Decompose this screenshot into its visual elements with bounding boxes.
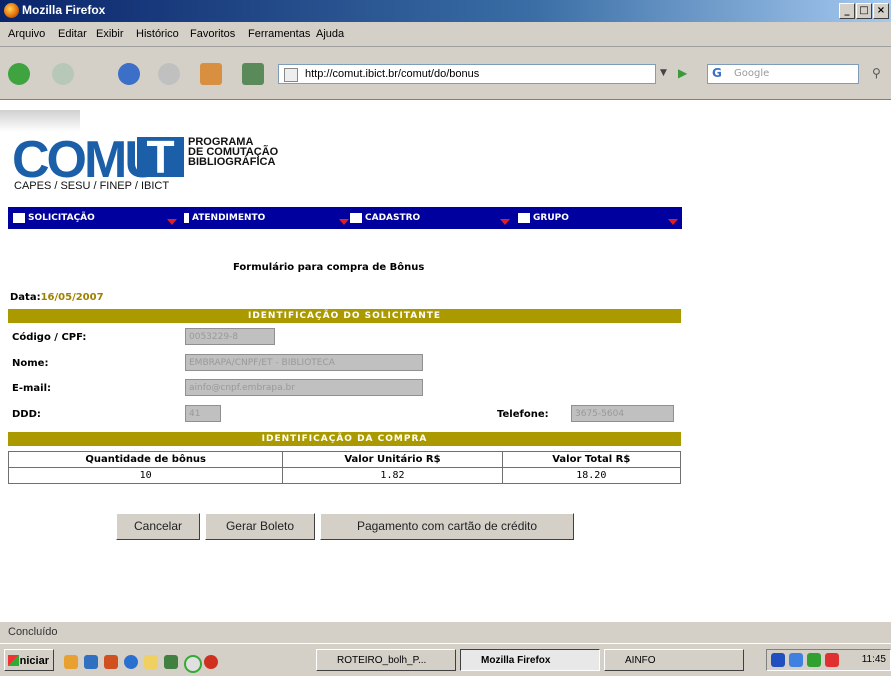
site-nav-bar: SOLICITAÇÃO ATENDIMENTO CADASTRO GRUPO [8,207,682,229]
dropdown-icon[interactable]: ▼ [660,68,667,78]
generate-boleto-button[interactable]: Gerar Boleto [205,513,315,540]
cell-quantidade: 10 [7,467,284,484]
url-text: http://comut.ibict.br/comut/do/bonus [305,68,480,80]
quicklaunch-icon[interactable] [104,655,118,669]
section-requester-header: IDENTIFICAÇÃO DO SOLICITANTE [8,309,681,323]
tray-icon[interactable] [807,653,821,667]
window-title: Mozilla Firefox [22,3,106,17]
google-icon: G [712,66,722,80]
page-icon [284,68,298,82]
menu-ajuda[interactable]: Ajuda [316,28,344,40]
home-icon[interactable] [200,63,222,85]
cell-valor-unitario: 1.82 [282,467,503,484]
nav-atendimento[interactable]: ATENDIMENTO [184,207,349,229]
search-icon[interactable]: ⚲ [872,66,881,80]
menu-arquivo[interactable]: Arquivo [8,28,45,40]
col-quantidade: Quantidade de bônus [7,451,284,468]
purchase-table: Quantidade de bônus Valor Unitário R$ Va… [7,451,682,484]
menu-favoritos[interactable]: Favoritos [190,28,235,40]
date-value: 16/05/2007 [40,292,104,303]
menu-historico[interactable]: Histórico [136,28,179,40]
monitor-icon [13,212,25,223]
email-label: E-mail: [12,383,52,394]
quicklaunch-icon[interactable] [64,655,78,669]
codigo-label: Código / CPF: [12,332,87,343]
quicklaunch-icon[interactable] [124,655,138,669]
go-icon[interactable]: ▶ [678,66,687,80]
codigo-field[interactable]: 0053229-8 [185,328,275,345]
menu-ferramentas[interactable]: Ferramentas [248,28,310,40]
window-title-bar[interactable]: Mozilla Firefox _ □ × [0,0,891,22]
chevron-down-icon [339,219,349,225]
reload-icon[interactable] [118,63,140,85]
cell-valor-total: 18.20 [501,467,682,484]
chevron-down-icon [668,219,678,225]
new-tab-icon[interactable] [242,63,264,85]
minimize-button[interactable]: _ [839,3,855,19]
tray-icon[interactable] [771,653,785,667]
forward-icon[interactable] [52,63,74,85]
quicklaunch-icon[interactable] [164,655,178,669]
back-icon[interactable] [8,63,30,85]
telefone-field[interactable]: 3675-5604 [571,405,674,422]
form-title: Formulário para compra de Bônus [233,262,425,273]
credit-card-payment-button[interactable]: Pagamento com cartão de crédito [320,513,574,540]
cancel-button[interactable]: Cancelar [116,513,200,540]
nome-field[interactable]: EMBRAPA/CNPF/ET - BIBLIOTECA [185,354,423,371]
maximize-button[interactable]: □ [856,3,872,19]
date-row: Data:16/05/2007 [10,292,104,303]
start-button[interactable]: Iniciar [4,649,54,671]
tray-icon[interactable] [825,653,839,667]
quicklaunch-icon[interactable] [84,655,98,669]
logo-stripes [0,110,80,132]
nav-grupo[interactable]: GRUPO [518,207,678,229]
chevron-down-icon [500,219,510,225]
table-header-row: Quantidade de bônus Valor Unitário R$ Va… [7,451,682,468]
task-firefox[interactable]: Mozilla Firefox [460,649,600,671]
task-ainfo[interactable]: AINFO [604,649,744,671]
menu-bar: Arquivo Editar Exibir Histórico Favorito… [0,22,891,47]
logo-caption: PROGRAMA DE COMUTAÇÃO BIBLIOGRÁFICA [188,136,279,168]
quicklaunch-icon[interactable] [144,655,158,669]
stop-icon[interactable] [158,63,180,85]
nav-cadastro[interactable]: CADASTRO [350,207,510,229]
quicklaunch-icon[interactable] [184,655,202,673]
ddd-field[interactable]: 41 [185,405,221,422]
nav-solicitacao[interactable]: SOLICITAÇÃO [13,207,177,229]
table-row: 10 1.82 18.20 [7,467,682,484]
chevron-down-icon [167,219,177,225]
status-text: Concluído [8,626,58,638]
group-icon [518,212,530,223]
close-button[interactable]: × [873,3,889,19]
menu-exibir[interactable]: Exibir [96,28,124,40]
navigation-toolbar: http://comut.ibict.br/comut/do/bonus ▼ ▶… [0,47,891,100]
windows-logo-icon [8,655,19,666]
logo-t-block: T [137,134,184,180]
logo-sponsors: CAPES / SESU / FINEP / IBICT [14,180,170,192]
email-field[interactable]: ainfo@cnpf.embrapa.br [185,379,423,396]
address-bar[interactable]: http://comut.ibict.br/comut/do/bonus [278,64,656,84]
nome-label: Nome: [12,358,49,369]
status-bar: Concluído [0,621,891,644]
pin-icon [184,212,189,223]
search-input[interactable]: G Google [707,64,859,84]
tray-icon[interactable] [789,653,803,667]
ddd-label: DDD: [12,409,41,420]
firefox-icon [4,3,19,18]
clock: 11:45 [861,654,886,665]
col-valor-total: Valor Total R$ [501,451,682,468]
telefone-label: Telefone: [497,409,549,420]
menu-editar[interactable]: Editar [58,28,87,40]
task-roteiro[interactable]: ROTEIRO_bolh_P... [316,649,456,671]
col-valor-unitario: Valor Unitário R$ [282,451,503,468]
taskbar: Iniciar ROTEIRO_bolh_P... Mozilla Firefo… [0,643,891,676]
system-tray: 11:45 [766,649,891,671]
search-placeholder: Google [734,68,770,79]
form-icon [350,212,362,223]
section-purchase-header: IDENTIFICAÇÃO DA COMPRA [8,432,681,446]
quicklaunch-icon[interactable] [204,655,218,669]
